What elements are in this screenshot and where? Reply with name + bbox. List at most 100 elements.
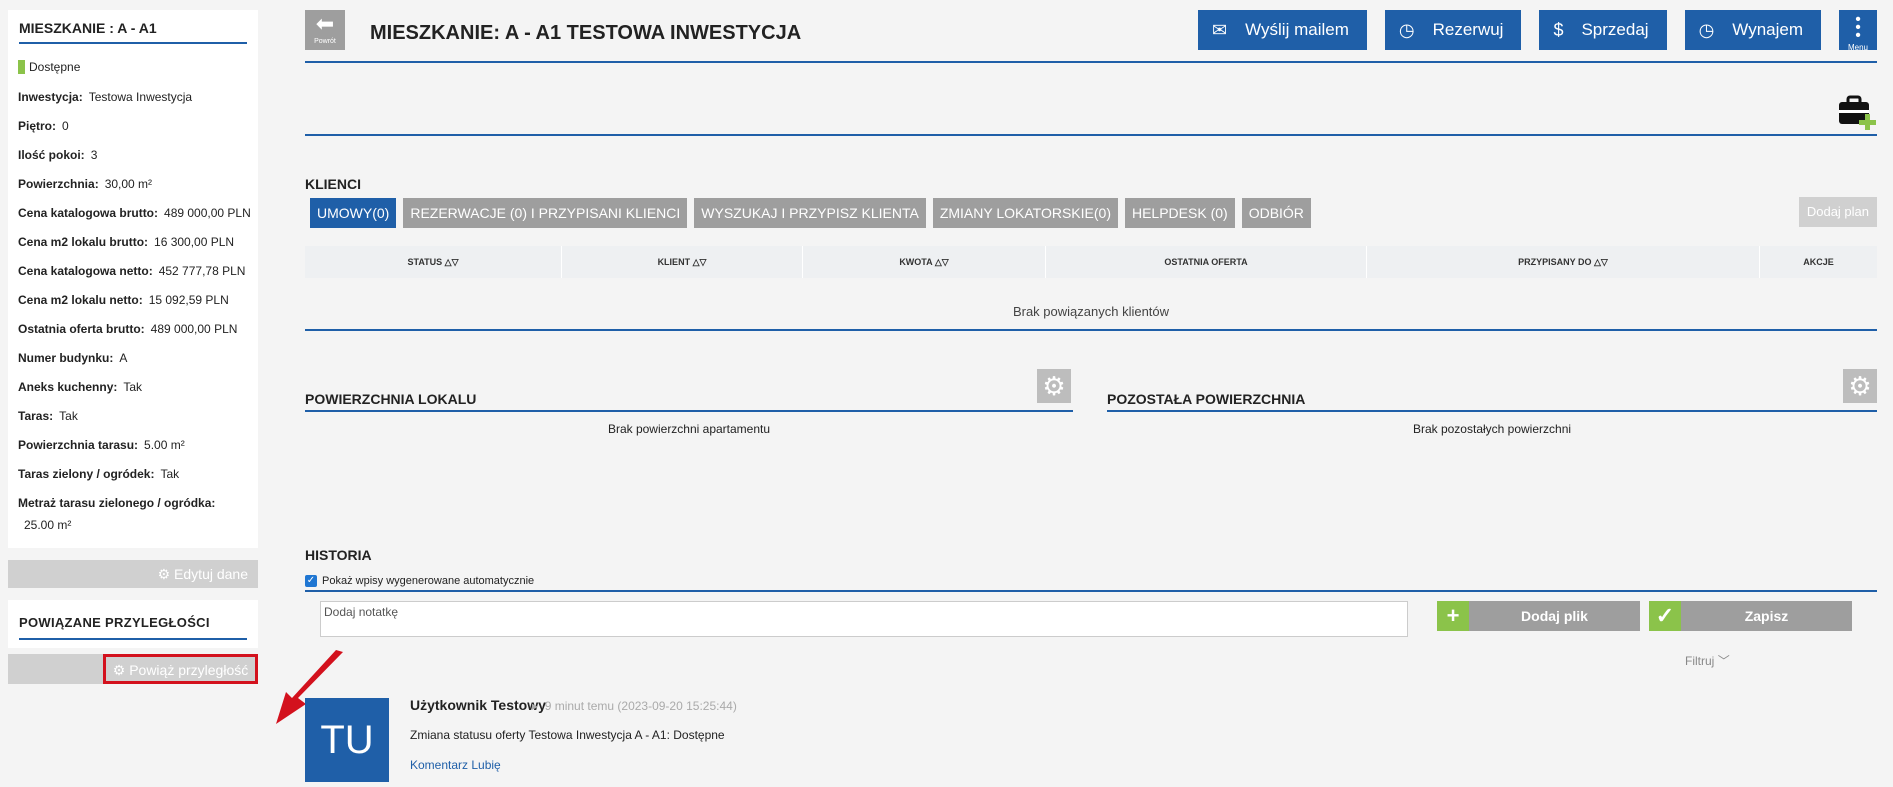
sell-button[interactable]: $ Sprzedaj [1539,10,1667,50]
column-header-status[interactable]: STATUS △▽ [305,246,562,278]
tab-reservations[interactable]: REZERWACJE (0) I PRZYPISANI KLIENCI [403,198,688,228]
property-row: Metraż tarasu zielonego / ogródka: 25.00 … [18,496,258,532]
back-button[interactable]: ⬅ Powrót [305,10,345,50]
property-value: Tak [123,380,143,394]
entry-links[interactable]: Komentarz Lubię [410,758,501,772]
property-value: 489 000,00 PLN [150,322,238,336]
property-label: Ostatnia oferta brutto: [18,322,145,336]
property-label: Aneks kuchenny: [18,380,118,394]
link-adjacent-button[interactable]: ⚙ Powiąż przyległość [103,654,258,684]
property-label: Numer budynku: [18,351,114,365]
add-plan-button[interactable]: Dodaj plan [1798,197,1877,227]
other-surface-settings-button[interactable]: ⚙ [1843,369,1877,403]
tab-tenant-changes[interactable]: ZMIANY LOKATORSKIE(0) [932,198,1118,228]
related-panel: POWIĄZANE PRZYLEGŁOŚCI [8,600,258,648]
tab-handover[interactable]: ODBIÓR [1241,198,1311,228]
property-row: Cena katalogowa brutto: 489 000,00 PLN [18,206,258,220]
property-row: Numer budynku: A [18,351,258,365]
header-actions: ✉ Wyślij mailem ◷ Rezerwuj $ Sprzedaj ◷ Wyna… [1180,10,1877,52]
checkbox-checked-icon[interactable]: ✓ [305,575,317,587]
reserve-button[interactable]: ◷ Rezerwuj [1384,10,1522,50]
add-briefcase-icon[interactable] [1837,92,1877,132]
property-value: 452 777,78 PLN [158,264,246,278]
auto-entries-checkbox[interactable]: ✓ Pokaż wpisy wygenerowane automatycznie [305,575,534,587]
column-header-amount[interactable]: KWOTA △▽ [803,246,1046,278]
filter-label: Filtruj [1685,654,1715,668]
property-row: Inwestycja: Testowa Inwestycja [18,90,258,104]
column-label: KWOTA [899,257,933,267]
send-email-label: Wyślij mailem [1245,20,1349,39]
save-button[interactable]: ✓ Zapisz [1649,601,1852,631]
surface-heading: POWIERZCHNIA LOKALU [305,391,477,407]
column-label: PRZYPISANY DO [1518,257,1592,267]
property-row: Cena m2 lokalu netto: 15 092,59 PLN [18,293,258,307]
sort-icon[interactable]: △▽ [1594,257,1608,267]
property-value: 16 300,00 PLN [154,235,235,249]
back-label: Powrót [314,38,336,45]
column-header-client[interactable]: KLIENT △▽ [562,246,803,278]
tab-contracts[interactable]: UMOWY(0) [310,198,397,228]
property-value: Tak [59,409,78,423]
checkbox-label: Pokaż wpisy wygenerowane automatycznie [322,575,535,587]
sort-icon[interactable]: △▽ [693,257,707,267]
other-surface-heading: POZOSTAŁA POWIERZCHNIA [1107,391,1306,407]
clients-table-header: STATUS △▽ KLIENT △▽ KWOTA △▽ OSTATNIA OF… [305,246,1877,278]
gear-icon: ⚙ [1848,371,1872,401]
menu-button[interactable]: • • • Menu [1839,10,1877,52]
property-value: 30,00 m² [104,177,153,191]
property-label: Cena m2 lokalu brutto: [18,235,149,249]
property-label: Powierzchnia tarasu: [18,438,139,452]
history-heading: HISTORIA [305,547,372,563]
edit-data-button[interactable]: ⚙ Edytuj dane [8,560,258,588]
property-row: Taras zielony / ogródek: Tak [18,467,258,481]
entry-user[interactable]: Użytkownik Testowy [410,697,546,713]
status-badge: Dostępne [18,60,258,74]
sell-label: Sprzedaj [1581,20,1649,39]
property-row: Ostatnia oferta brutto: 489 000,00 PLN [18,322,258,336]
column-header-actions: AKCJE [1760,246,1877,278]
property-row: Cena katalogowa netto: 452 777,78 PLN [18,264,258,278]
property-title: MIESZKANIE : A - A1 [19,10,247,44]
tab-search-client[interactable]: WYSZUKAJ I PRZYPISZ KLIENTA [694,198,926,228]
gear-icon: ⚙ [1042,371,1066,401]
arrow-left-icon: ⬅ [315,11,335,36]
property-row: Cena m2 lokalu brutto: 16 300,00 PLN [18,235,258,249]
send-email-button[interactable]: ✉ Wyślij mailem [1198,10,1367,50]
plus-icon: + [1437,601,1469,631]
column-header-last-offer: OSTATNIA OFERTA [1046,246,1367,278]
property-label: Inwestycja: [18,90,83,104]
rent-label: Wynajem [1732,20,1803,39]
briefcase-divider [305,134,1877,136]
property-label: Ilość pokoi: [18,148,85,162]
other-surface-divider [1107,410,1877,412]
property-row: Piętro: 0 [18,119,258,133]
property-row: Aneks kuchenny: Tak [18,380,258,394]
property-value: 15 092,59 PLN [148,293,229,307]
check-icon: ✓ [1649,601,1681,631]
header-divider [305,61,1877,63]
filter-toggle[interactable]: Filtruj ﹀ [1685,652,1730,669]
rent-button[interactable]: ◷ Wynajem [1684,10,1821,50]
reserve-label: Rezerwuj [1432,20,1504,39]
dollar-icon: $ [1553,20,1564,40]
clients-divider [305,329,1877,331]
property-label: Piętro: [18,119,57,133]
note-input[interactable]: Dodaj notatkę [320,601,1408,637]
sort-icon[interactable]: △▽ [935,257,949,267]
add-file-button[interactable]: + Dodaj plik [1437,601,1640,631]
column-header-assigned[interactable]: PRZYPISANY DO △▽ [1367,246,1760,278]
related-bar: ⚙ Powiąż przyległość [8,654,258,684]
tab-helpdesk[interactable]: HELPDESK (0) [1124,198,1235,228]
surface-settings-button[interactable]: ⚙ [1037,369,1071,403]
status-indicator [18,60,25,74]
property-row: Taras: Tak [18,409,258,423]
clients-tabs: UMOWY(0) REZERWACJE (0) I PRZYPISANI KLI… [310,198,1318,228]
column-label: STATUS [407,257,443,267]
chevron-down-icon: ﹀ [1717,654,1730,668]
sort-icon[interactable]: △▽ [445,257,459,267]
property-label: Taras: [18,409,54,423]
clients-heading: KLIENCI [305,176,361,192]
entry-timestamp: ▸ 9 minut temu (2023-09-20 15:25:44) [532,699,737,713]
property-label: Taras zielony / ogródek: [18,467,155,481]
entry-text: Zmiana statusu oferty Testowa Inwestycja… [410,728,725,742]
